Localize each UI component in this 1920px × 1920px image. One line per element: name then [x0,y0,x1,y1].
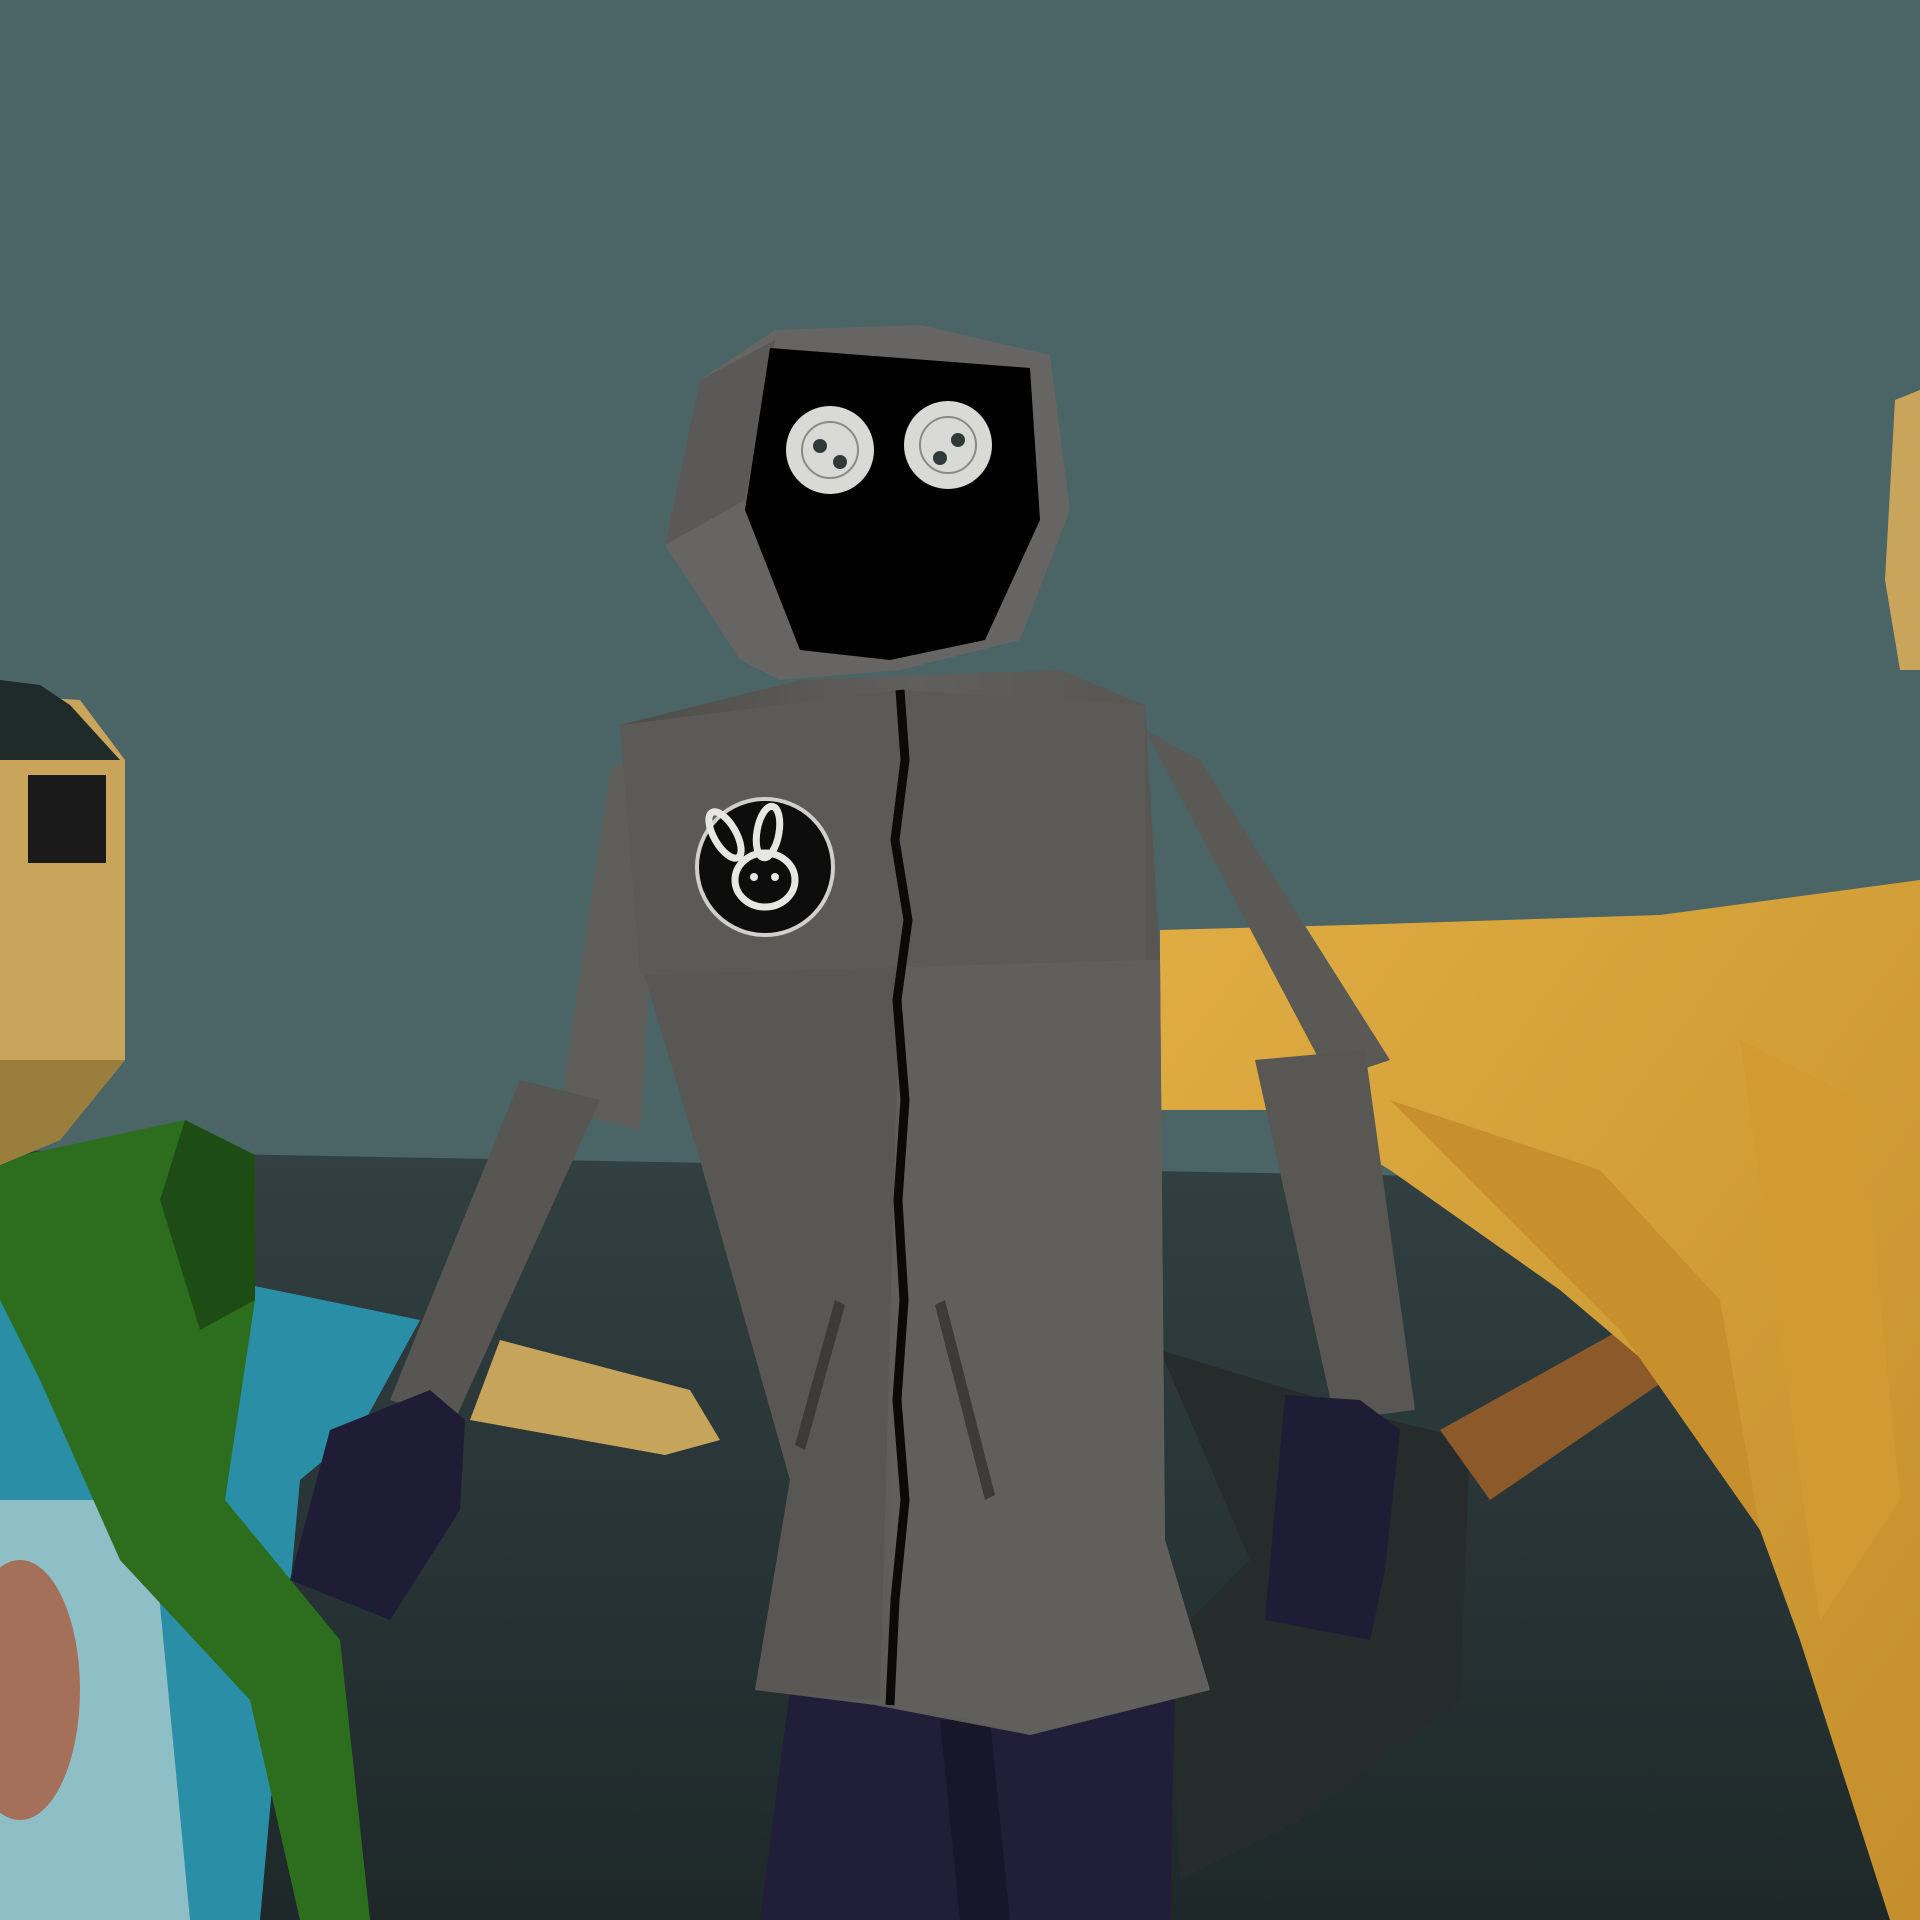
left-eye [786,406,874,494]
hooded-character-face-void [745,348,1040,660]
scene-svg [0,0,1920,1920]
left-character-visor [28,775,106,863]
bunny-face-icon [695,797,835,937]
right-eye [904,401,992,489]
hooded-character-coat-chest [620,690,1145,975]
render-scene [0,0,1920,1920]
